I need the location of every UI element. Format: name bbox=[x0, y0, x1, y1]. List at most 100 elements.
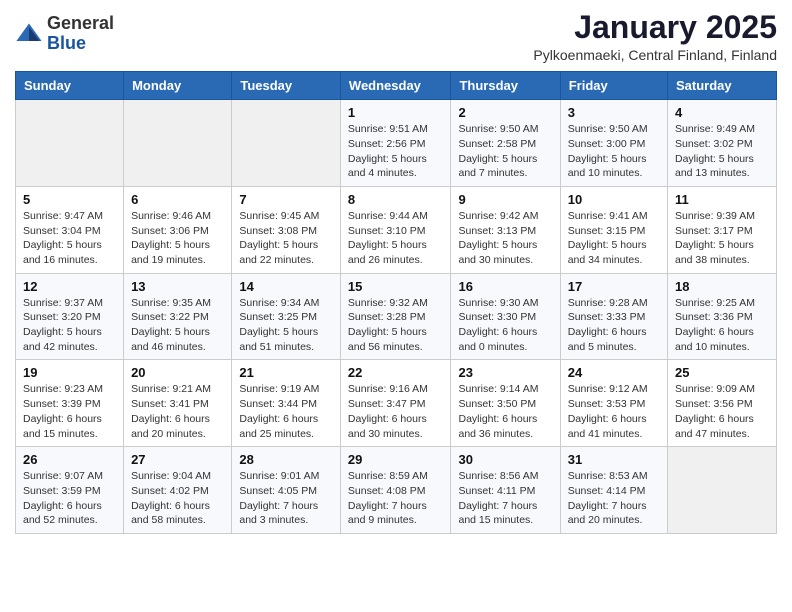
day-number: 25 bbox=[675, 365, 769, 380]
calendar-cell: 6Sunrise: 9:46 AM Sunset: 3:06 PM Daylig… bbox=[124, 186, 232, 273]
weekday-header-friday: Friday bbox=[560, 72, 667, 100]
day-info: Sunrise: 9:16 AM Sunset: 3:47 PM Dayligh… bbox=[348, 382, 444, 441]
day-info: Sunrise: 9:35 AM Sunset: 3:22 PM Dayligh… bbox=[131, 296, 224, 355]
calendar-cell: 18Sunrise: 9:25 AM Sunset: 3:36 PM Dayli… bbox=[668, 273, 777, 360]
calendar-cell: 5 Sunrise: 9:47 AM Sunset: 3:04 PM Daylig… bbox=[16, 186, 124, 273]
day-number: 23 bbox=[458, 365, 552, 380]
calendar-cell: 16Sunrise: 9:30 AM Sunset: 3:30 PM Dayli… bbox=[451, 273, 560, 360]
day-info: Sunrise: 9:21 AM Sunset: 3:41 PM Dayligh… bbox=[131, 382, 224, 441]
day-info: Sunrise: 9:04 AM Sunset: 4:02 PM Dayligh… bbox=[131, 469, 224, 528]
day-info: Sunrise: 9:25 AM Sunset: 3:36 PM Dayligh… bbox=[675, 296, 769, 355]
weekday-header-thursday: Thursday bbox=[451, 72, 560, 100]
day-info: Sunrise: 9:45 AM Sunset: 3:08 PM Dayligh… bbox=[239, 209, 333, 268]
day-info: Sunrise: 9:41 AM Sunset: 3:15 PM Dayligh… bbox=[568, 209, 660, 268]
calendar-cell bbox=[124, 100, 232, 187]
day-number: 17 bbox=[568, 279, 660, 294]
calendar-cell: 9Sunrise: 9:42 AM Sunset: 3:13 PM Daylig… bbox=[451, 186, 560, 273]
day-info: Sunrise: 9:30 AM Sunset: 3:30 PM Dayligh… bbox=[458, 296, 552, 355]
day-number: 28 bbox=[239, 452, 333, 467]
calendar-cell: 17 Sunrise: 9:28 AM Sunset: 3:33 PM Dayli… bbox=[560, 273, 667, 360]
day-info: Sunrise: 9:07 AM Sunset: 3:59 PM Dayligh… bbox=[23, 469, 116, 528]
calendar-cell: 19 Sunrise: 9:23 AM Sunset: 3:39 PM Dayli… bbox=[16, 360, 124, 447]
calendar-cell: 27 Sunrise: 9:04 AM Sunset: 4:02 PM Dayli… bbox=[124, 447, 232, 534]
day-number: 26 bbox=[23, 452, 116, 467]
day-number: 5 bbox=[23, 192, 116, 207]
calendar-cell: 15 Sunrise: 9:32 AM Sunset: 3:28 PM Dayli… bbox=[340, 273, 451, 360]
day-info: Sunrise: 9:50 AM Sunset: 2:58 PM Dayligh… bbox=[458, 122, 552, 181]
calendar-week-row: 19 Sunrise: 9:23 AM Sunset: 3:39 PM Dayli… bbox=[16, 360, 777, 447]
day-number: 30 bbox=[458, 452, 552, 467]
day-info: Sunrise: 9:49 AM Sunset: 3:02 PM Dayligh… bbox=[675, 122, 769, 181]
day-number: 21 bbox=[239, 365, 333, 380]
month-title: January 2025 bbox=[533, 10, 777, 45]
calendar-table: SundayMondayTuesdayWednesdayThursdayFrid… bbox=[15, 71, 777, 534]
calendar-cell: 28 Sunrise: 9:01 AM Sunset: 4:05 PM Dayli… bbox=[232, 447, 341, 534]
calendar-cell: 3 Sunrise: 9:50 AM Sunset: 3:00 PM Daylig… bbox=[560, 100, 667, 187]
weekday-header-monday: Monday bbox=[124, 72, 232, 100]
day-number: 24 bbox=[568, 365, 660, 380]
day-number: 13 bbox=[131, 279, 224, 294]
day-number: 8 bbox=[348, 192, 444, 207]
calendar-cell: 29 Sunrise: 8:59 AM Sunset: 4:08 PM Dayli… bbox=[340, 447, 451, 534]
logo: General Blue bbox=[15, 14, 114, 54]
day-number: 1 bbox=[348, 105, 444, 120]
calendar-cell: 12Sunrise: 9:37 AM Sunset: 3:20 PM Dayli… bbox=[16, 273, 124, 360]
calendar-cell: 4Sunrise: 9:49 AM Sunset: 3:02 PM Daylig… bbox=[668, 100, 777, 187]
day-number: 20 bbox=[131, 365, 224, 380]
calendar-cell: 30 Sunrise: 8:56 AM Sunset: 4:11 PM Dayli… bbox=[451, 447, 560, 534]
day-info: Sunrise: 9:09 AM Sunset: 3:56 PM Dayligh… bbox=[675, 382, 769, 441]
day-number: 11 bbox=[675, 192, 769, 207]
day-number: 2 bbox=[458, 105, 552, 120]
day-info: Sunrise: 8:56 AM Sunset: 4:11 PM Dayligh… bbox=[458, 469, 552, 528]
page-container: General Blue January 2025 Pylkoenmaeki, … bbox=[0, 0, 792, 549]
calendar-week-row: 12Sunrise: 9:37 AM Sunset: 3:20 PM Dayli… bbox=[16, 273, 777, 360]
day-number: 3 bbox=[568, 105, 660, 120]
weekday-header-tuesday: Tuesday bbox=[232, 72, 341, 100]
logo-blue-text: Blue bbox=[47, 34, 114, 54]
logo-text: General Blue bbox=[47, 14, 114, 54]
day-number: 19 bbox=[23, 365, 116, 380]
logo-icon bbox=[15, 20, 43, 48]
calendar-cell: 21 Sunrise: 9:19 AM Sunset: 3:44 PM Dayli… bbox=[232, 360, 341, 447]
day-info: Sunrise: 9:28 AM Sunset: 3:33 PM Dayligh… bbox=[568, 296, 660, 355]
day-info: Sunrise: 9:14 AM Sunset: 3:50 PM Dayligh… bbox=[458, 382, 552, 441]
day-info: Sunrise: 9:01 AM Sunset: 4:05 PM Dayligh… bbox=[239, 469, 333, 528]
calendar-cell: 31 Sunrise: 8:53 AM Sunset: 4:14 PM Dayli… bbox=[560, 447, 667, 534]
weekday-header-sunday: Sunday bbox=[16, 72, 124, 100]
day-number: 7 bbox=[239, 192, 333, 207]
day-info: Sunrise: 8:59 AM Sunset: 4:08 PM Dayligh… bbox=[348, 469, 444, 528]
calendar-cell: 7 Sunrise: 9:45 AM Sunset: 3:08 PM Daylig… bbox=[232, 186, 341, 273]
day-info: Sunrise: 9:23 AM Sunset: 3:39 PM Dayligh… bbox=[23, 382, 116, 441]
calendar-cell: 2 Sunrise: 9:50 AM Sunset: 2:58 PM Daylig… bbox=[451, 100, 560, 187]
day-info: Sunrise: 9:32 AM Sunset: 3:28 PM Dayligh… bbox=[348, 296, 444, 355]
calendar-cell: 26 Sunrise: 9:07 AM Sunset: 3:59 PM Dayli… bbox=[16, 447, 124, 534]
day-info: Sunrise: 9:12 AM Sunset: 3:53 PM Dayligh… bbox=[568, 382, 660, 441]
day-info: Sunrise: 9:34 AM Sunset: 3:25 PM Dayligh… bbox=[239, 296, 333, 355]
logo-general-text: General bbox=[47, 14, 114, 34]
day-info: Sunrise: 8:53 AM Sunset: 4:14 PM Dayligh… bbox=[568, 469, 660, 528]
day-number: 27 bbox=[131, 452, 224, 467]
day-info: Sunrise: 9:37 AM Sunset: 3:20 PM Dayligh… bbox=[23, 296, 116, 355]
day-number: 10 bbox=[568, 192, 660, 207]
calendar-cell: 24 Sunrise: 9:12 AM Sunset: 3:53 PM Dayli… bbox=[560, 360, 667, 447]
calendar-cell bbox=[232, 100, 341, 187]
calendar-cell: 23 Sunrise: 9:14 AM Sunset: 3:50 PM Dayli… bbox=[451, 360, 560, 447]
day-info: Sunrise: 9:39 AM Sunset: 3:17 PM Dayligh… bbox=[675, 209, 769, 268]
day-info: Sunrise: 9:51 AM Sunset: 2:56 PM Dayligh… bbox=[348, 122, 444, 181]
day-info: Sunrise: 9:19 AM Sunset: 3:44 PM Dayligh… bbox=[239, 382, 333, 441]
day-number: 31 bbox=[568, 452, 660, 467]
calendar-week-row: 5 Sunrise: 9:47 AM Sunset: 3:04 PM Daylig… bbox=[16, 186, 777, 273]
day-number: 29 bbox=[348, 452, 444, 467]
day-info: Sunrise: 9:50 AM Sunset: 3:00 PM Dayligh… bbox=[568, 122, 660, 181]
day-info: Sunrise: 9:47 AM Sunset: 3:04 PM Dayligh… bbox=[23, 209, 116, 268]
calendar-cell: 25 Sunrise: 9:09 AM Sunset: 3:56 PM Dayli… bbox=[668, 360, 777, 447]
calendar-cell: 10 Sunrise: 9:41 AM Sunset: 3:15 PM Dayli… bbox=[560, 186, 667, 273]
day-info: Sunrise: 9:42 AM Sunset: 3:13 PM Dayligh… bbox=[458, 209, 552, 268]
calendar-cell: 1 Sunrise: 9:51 AM Sunset: 2:56 PM Daylig… bbox=[340, 100, 451, 187]
header: General Blue January 2025 Pylkoenmaeki, … bbox=[15, 10, 777, 63]
day-number: 22 bbox=[348, 365, 444, 380]
weekday-header-wednesday: Wednesday bbox=[340, 72, 451, 100]
day-info: Sunrise: 9:44 AM Sunset: 3:10 PM Dayligh… bbox=[348, 209, 444, 268]
day-number: 15 bbox=[348, 279, 444, 294]
calendar-header-row: SundayMondayTuesdayWednesdayThursdayFrid… bbox=[16, 72, 777, 100]
